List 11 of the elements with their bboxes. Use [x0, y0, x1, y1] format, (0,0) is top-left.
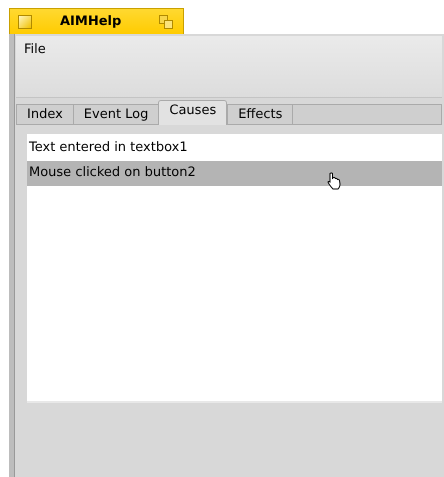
- tab[interactable]: Index: [16, 104, 73, 125]
- close-icon[interactable]: [18, 14, 32, 28]
- list-item[interactable]: Mouse clicked on button2: [27, 161, 442, 186]
- menu-item[interactable]: File: [24, 42, 46, 57]
- tab[interactable]: Event Log: [72, 104, 158, 125]
- window-title: AIMHelp: [60, 14, 122, 29]
- tab[interactable]: Causes: [158, 100, 228, 125]
- hand-cursor-icon: [327, 172, 343, 190]
- zoom-icon[interactable]: [159, 14, 173, 28]
- tab[interactable]: Effects: [227, 104, 292, 125]
- list-item[interactable]: Text entered in textbox1: [27, 136, 442, 161]
